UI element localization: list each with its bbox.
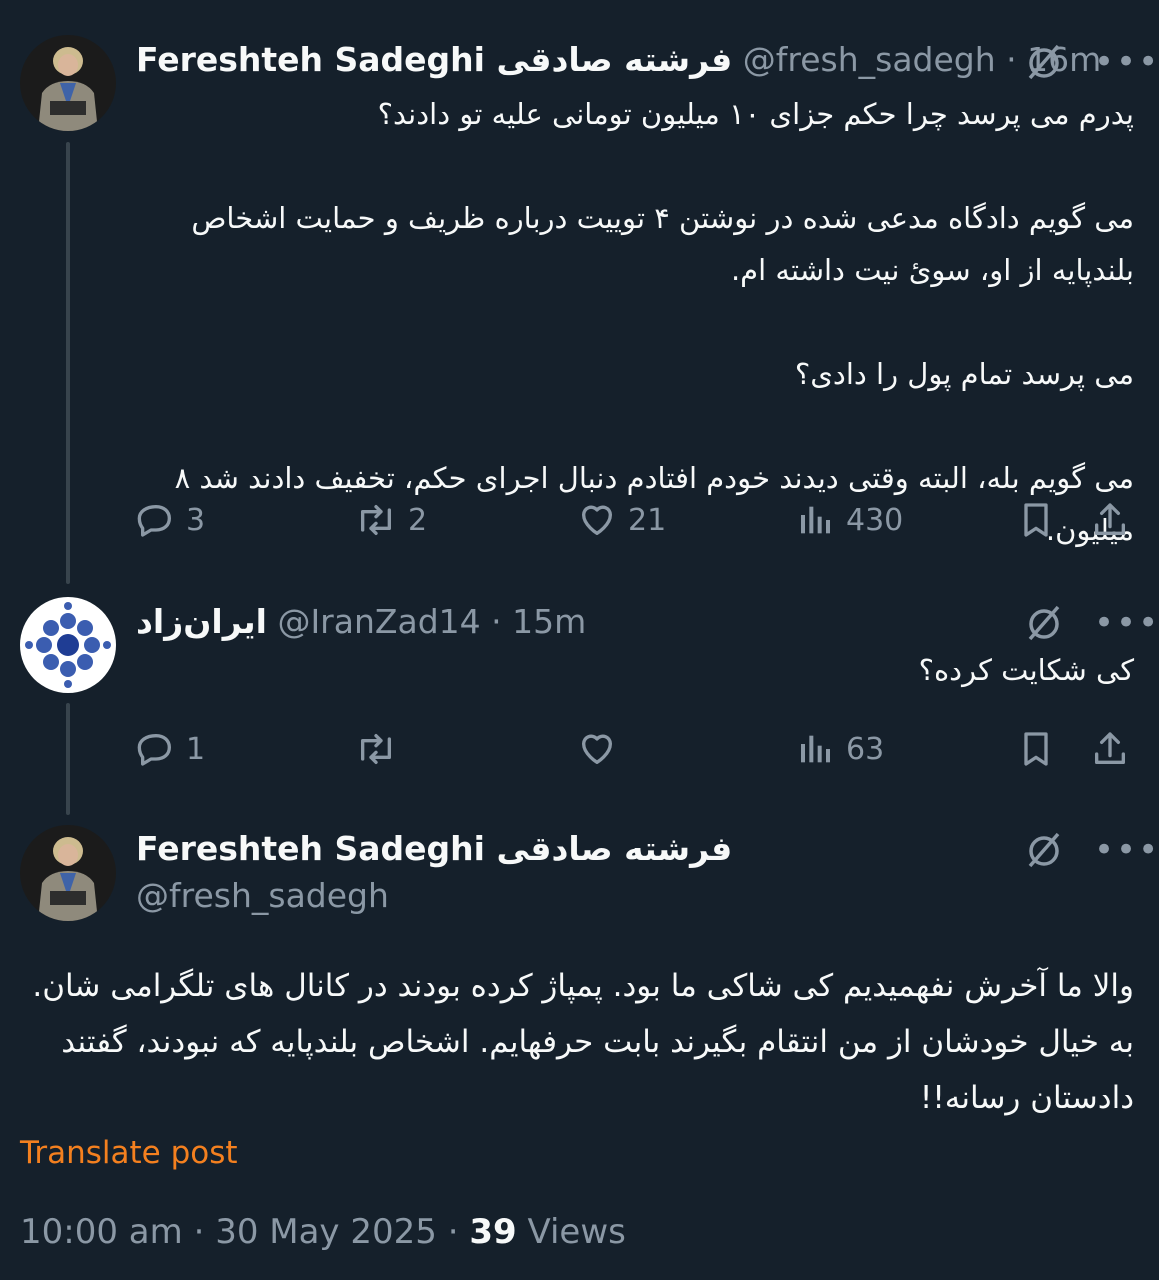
- tweet-text: پدرم می پرسد چرا حکم جزای ۱۰ میلیون توما…: [174, 97, 1134, 547]
- tweet-time[interactable]: 15m: [512, 602, 586, 641]
- post-date[interactable]: 30 May 2025: [215, 1212, 437, 1252]
- reply-count: 1: [186, 731, 206, 767]
- more-icon[interactable]: •••: [1094, 606, 1159, 640]
- thread-line: [66, 703, 70, 815]
- author-handle[interactable]: @fresh_sadegh: [136, 876, 389, 915]
- avatar[interactable]: [20, 597, 116, 693]
- translate-post-link[interactable]: Translate post: [20, 1135, 238, 1171]
- views-count: 39: [469, 1212, 517, 1252]
- reply-count: 3: [186, 502, 206, 538]
- more-icon[interactable]: •••: [1094, 45, 1159, 79]
- tweet-actions: 1 63: [136, 727, 1132, 771]
- avatar[interactable]: [20, 825, 116, 921]
- tweet-text: کی شکایت کرده؟: [918, 653, 1134, 687]
- author-name[interactable]: Fereshteh Sadeghi فرشته صادقی: [136, 40, 732, 79]
- author-name[interactable]: ایران‌زاد: [136, 602, 267, 641]
- bookmark-icon[interactable]: [1016, 729, 1056, 769]
- separator-dot: ·: [193, 1212, 205, 1252]
- repost-button[interactable]: 2: [354, 500, 427, 540]
- more-icon[interactable]: •••: [1094, 833, 1159, 867]
- views-count: 430: [846, 502, 904, 538]
- repost-count: 2: [408, 502, 428, 538]
- separator-dot: ·: [491, 602, 502, 641]
- author-handle-row: @fresh_sadegh: [136, 874, 389, 918]
- post-time[interactable]: 10:00 am: [20, 1212, 183, 1252]
- repost-icon: [354, 500, 398, 540]
- repost-button[interactable]: [354, 729, 398, 769]
- avatar[interactable]: [20, 35, 116, 131]
- like-button[interactable]: 21: [576, 500, 666, 540]
- like-icon: [576, 729, 618, 769]
- like-count: 21: [628, 502, 667, 538]
- author-name-row: Fereshteh Sadeghi فرشته صادقی: [136, 827, 732, 871]
- thread-line: [66, 142, 70, 584]
- tweet-header-actions: •••: [1024, 42, 1159, 82]
- author-name[interactable]: Fereshteh Sadeghi فرشته صادقی: [136, 829, 732, 868]
- views-button[interactable]: 430: [796, 500, 903, 540]
- views-button[interactable]: 63: [796, 729, 884, 769]
- grok-icon[interactable]: [1024, 603, 1064, 643]
- reply-button[interactable]: 3: [136, 500, 205, 540]
- share-icon[interactable]: [1090, 500, 1130, 540]
- reply-icon: [136, 729, 176, 769]
- tweet-header: Fereshteh Sadeghi فرشته صادقی @fresh_sad…: [136, 38, 1101, 82]
- tweet-text: والا ما آخرش نفهمیدیم کی شاکی ما بود. پم…: [22, 968, 1134, 1116]
- author-handle[interactable]: @fresh_sadegh: [743, 40, 996, 79]
- like-icon: [576, 500, 618, 540]
- like-button[interactable]: [576, 729, 618, 769]
- share-icon[interactable]: [1090, 729, 1130, 769]
- views-icon: [796, 500, 836, 540]
- repost-icon: [354, 729, 398, 769]
- tweet-header-actions: •••: [1024, 830, 1159, 870]
- reply-button[interactable]: 1: [136, 729, 205, 769]
- grok-icon[interactable]: [1024, 830, 1064, 870]
- separator-dot: ·: [1006, 40, 1017, 79]
- views-count: 63: [846, 731, 885, 767]
- grok-icon[interactable]: [1024, 42, 1064, 82]
- tweet-header: ایران‌زاد @IranZad14 · 15m: [136, 600, 586, 644]
- tweet-meta: 10:00 am · 30 May 2025 · 39 Views: [20, 1212, 626, 1252]
- bookmark-icon[interactable]: [1016, 500, 1056, 540]
- tweet-actions: 3 2 21 430: [136, 498, 1132, 542]
- author-handle[interactable]: @IranZad14: [277, 602, 480, 641]
- views-label: Views: [527, 1212, 626, 1252]
- separator-dot: ·: [447, 1212, 459, 1252]
- reply-icon: [136, 500, 176, 540]
- tweet-header-actions: •••: [1024, 603, 1159, 643]
- views-icon: [796, 729, 836, 769]
